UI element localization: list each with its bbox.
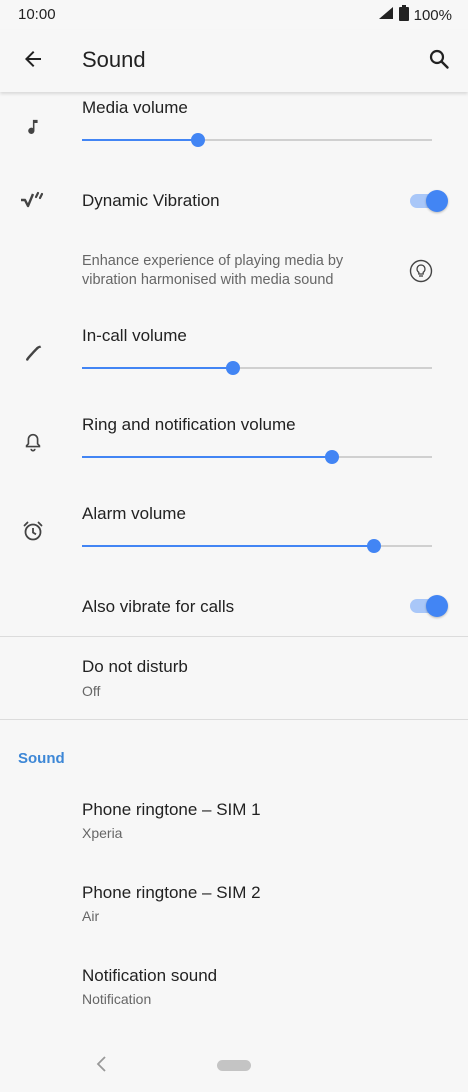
- do-not-disturb-item[interactable]: Do not disturb Off: [0, 637, 468, 719]
- nav-home-button[interactable]: [217, 1060, 251, 1071]
- vibrate-for-calls-label: Also vibrate for calls: [82, 597, 235, 616]
- section-header-sound: Sound: [18, 750, 65, 767]
- alarm-clock-icon: [18, 516, 48, 546]
- slider-thumb[interactable]: [190, 133, 205, 147]
- notification-sound-label: Notification sound: [82, 966, 218, 985]
- ring-volume-slider[interactable]: [82, 449, 432, 465]
- slider-fill: [82, 139, 198, 141]
- ringtone-sim2-value: Air: [82, 908, 100, 924]
- do-not-disturb-value: Off: [82, 683, 101, 699]
- lightbulb-icon[interactable]: [406, 256, 436, 286]
- toolbar: Sound: [0, 30, 468, 92]
- toggle-thumb: [426, 190, 448, 212]
- slider-fill: [82, 367, 233, 369]
- do-not-disturb-label: Do not disturb: [82, 657, 188, 676]
- list-item[interactable]: Phone ringtone – SIM 2 Air: [0, 865, 468, 947]
- dynamic-vibration-toggle[interactable]: [410, 189, 448, 213]
- dynamic-vibration-description: Enhance experience of playing media by v…: [82, 253, 344, 288]
- vibrate-for-calls-toggle[interactable]: [410, 594, 448, 618]
- in-call-volume-label: In-call volume: [82, 326, 187, 345]
- slider-thumb[interactable]: [366, 539, 381, 553]
- status-icons: 100%: [378, 5, 452, 25]
- search-button[interactable]: [422, 44, 456, 78]
- alarm-volume-slider[interactable]: [82, 538, 432, 554]
- status-bar: 10:00 100%: [0, 0, 468, 30]
- slider-thumb[interactable]: [324, 450, 339, 464]
- divider: [0, 719, 468, 720]
- battery-icon: [398, 5, 409, 25]
- signal-icon: [378, 6, 394, 24]
- slider-thumb[interactable]: [225, 361, 240, 375]
- alarm-volume-label: Alarm volume: [82, 504, 186, 523]
- dynamic-vibration-label: Dynamic Vibration: [82, 191, 220, 210]
- dynamic-vibration-icon: [18, 186, 48, 216]
- notification-sound-value: Notification: [82, 991, 152, 1007]
- in-call-volume-slider[interactable]: [82, 360, 432, 376]
- battery-percent: 100%: [413, 6, 452, 24]
- back-arrow-icon: [21, 47, 45, 76]
- settings-list[interactable]: Media volume Dynamic Vibration Enhance e…: [0, 92, 468, 1036]
- ringtone-sim1-label: Phone ringtone – SIM 1: [82, 800, 261, 819]
- phone-icon: [18, 338, 48, 368]
- status-time: 10:00: [18, 6, 56, 23]
- nav-back-icon[interactable]: [92, 1052, 112, 1076]
- list-item[interactable]: Notification sound Notification: [0, 948, 468, 1030]
- media-volume-label: Media volume: [82, 98, 188, 117]
- ring-volume-label: Ring and notification volume: [82, 415, 296, 434]
- bell-icon: [18, 427, 48, 457]
- slider-fill: [82, 456, 332, 458]
- toggle-thumb: [426, 595, 448, 617]
- ringtone-sim1-value: Xperia: [82, 825, 123, 841]
- ringtone-sim2-label: Phone ringtone – SIM 2: [82, 883, 261, 902]
- media-volume-slider[interactable]: [82, 132, 432, 148]
- music-note-icon: [18, 112, 48, 142]
- navigation-bar: [0, 1036, 468, 1092]
- back-button[interactable]: [16, 44, 50, 78]
- page-title: Sound: [82, 47, 146, 72]
- slider-fill: [82, 545, 374, 547]
- list-item[interactable]: Phone ringtone – SIM 1 Xperia: [0, 782, 468, 864]
- search-icon: [427, 47, 451, 76]
